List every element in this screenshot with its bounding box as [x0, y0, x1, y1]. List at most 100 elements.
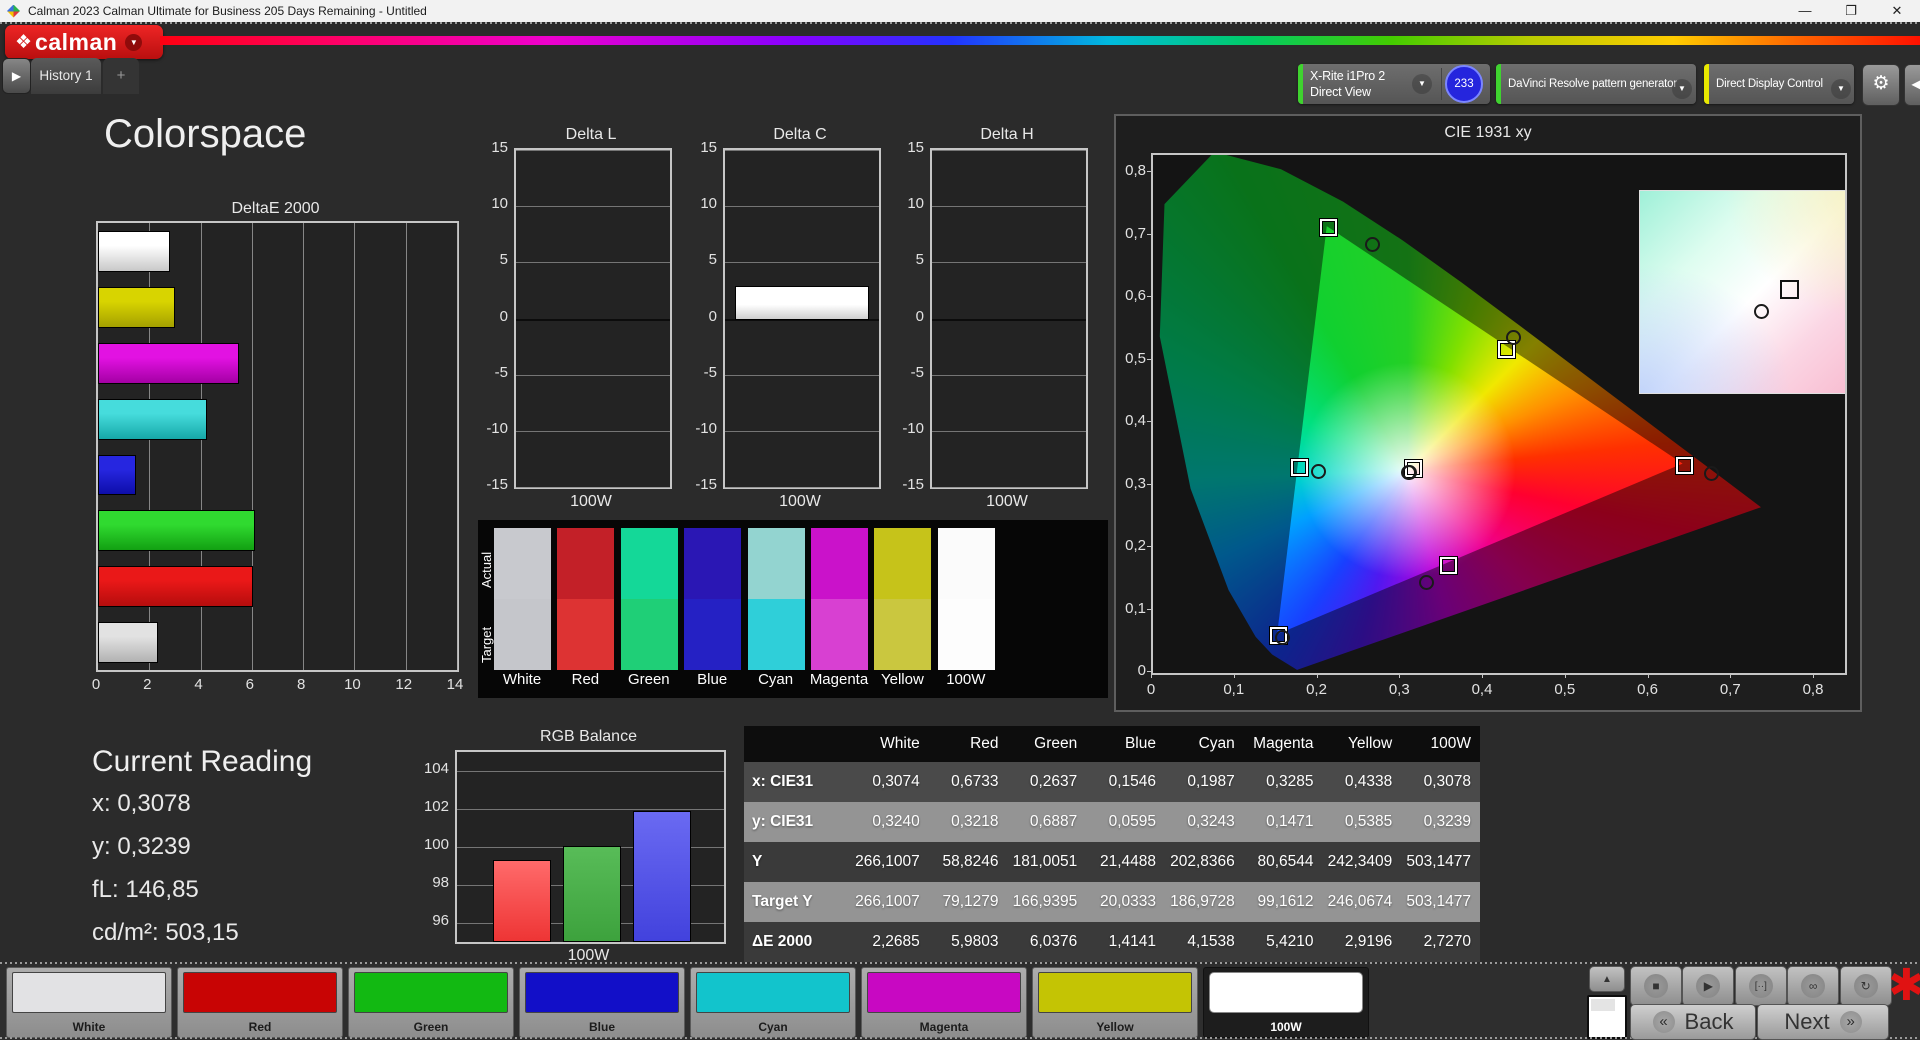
transport-play-button[interactable]: ▶: [1682, 966, 1734, 1006]
calman-menu-button[interactable]: ❖ calman ▼: [5, 25, 163, 59]
gridline: [457, 809, 724, 810]
gridline: [516, 487, 670, 488]
tick-mark: [1147, 359, 1152, 360]
table-cell: 6,0376: [1008, 922, 1087, 962]
pattern-swatch: [525, 972, 679, 1013]
pattern-tile-red[interactable]: Red: [177, 967, 343, 1038]
marching-ants-top: [0, 22, 1920, 24]
actual-swatch: [621, 528, 678, 599]
y-tick-label: -5: [472, 364, 508, 382]
table-cell: 58,8246: [929, 842, 1008, 882]
x-tick-label: 4: [184, 676, 214, 694]
calman-menu-arrow-icon[interactable]: ▼: [125, 34, 142, 51]
row-label: x: CIE31: [744, 762, 850, 802]
pattern-tile-blue[interactable]: Blue: [519, 967, 685, 1038]
cie-y-tick-label: 0,5: [1116, 350, 1146, 368]
x-tick-label: 2: [132, 676, 162, 694]
table-cell: 0,6733: [929, 762, 1008, 802]
table-cell: 0,3243: [1165, 802, 1244, 842]
gridline: [725, 206, 879, 207]
y-tick-label: 5: [472, 251, 508, 269]
delta_h-category-label: 100W: [930, 493, 1084, 511]
gridline: [516, 319, 670, 321]
current-reading-y: y: 0,3239: [92, 833, 191, 861]
transport-pattern-interval-button[interactable]: [··]: [1735, 966, 1787, 1006]
pattern-tile-magenta[interactable]: Magenta: [861, 967, 1027, 1038]
settings-gear-icon[interactable]: ⚙: [1862, 64, 1900, 106]
y-tick-label: 10: [681, 195, 717, 213]
gridline: [516, 206, 670, 207]
deltae-bar-green: [98, 510, 255, 551]
gamut-coverage-label: Gamut Coverage: 87,9%: [1606, 673, 1847, 675]
deltae-bar-yellow: [98, 287, 175, 328]
row-label: Target Y: [744, 882, 850, 922]
add-tab-button[interactable]: +: [103, 58, 139, 94]
row-label: ΔE 2000: [744, 922, 850, 962]
pattern-tile-yellow[interactable]: Yellow: [1032, 967, 1198, 1038]
delta-bar-100w: [735, 286, 869, 321]
pattern-window-up-button[interactable]: ▲: [1589, 966, 1625, 992]
meter-chevron-icon[interactable]: ▼: [1412, 74, 1432, 94]
pattern-generator-chevron-icon[interactable]: ▼: [1672, 79, 1692, 99]
pattern-tile-label: Cyan: [691, 1020, 855, 1034]
unsaved-changes-asterisk-icon: ✱: [1888, 960, 1920, 1011]
table-row: x: CIE310,30740,67330,26370,15460,19870,…: [744, 762, 1480, 802]
pattern-tile-cyan[interactable]: Cyan: [690, 967, 856, 1038]
actual-swatch: [684, 528, 741, 599]
transport-stop-button[interactable]: ■: [1630, 966, 1682, 1006]
collapse-panel-icon[interactable]: ◀: [1904, 64, 1920, 106]
table-cell: 181,0051: [1008, 842, 1087, 882]
pattern-tile-label: Yellow: [1033, 1020, 1197, 1034]
table-cell: 5,4210: [1244, 922, 1323, 962]
transport-refresh-button[interactable]: ↻: [1840, 966, 1892, 1006]
back-button[interactable]: «Back: [1630, 1004, 1756, 1040]
pattern-swatch: [354, 972, 508, 1013]
pattern-generator-dropdown[interactable]: DaVinci Resolve pattern generator ▼: [1496, 64, 1696, 104]
inset-measured-marker: [1754, 304, 1769, 319]
meter-dropdown[interactable]: X-Rite i1Pro 2 Direct View ▼ 233: [1298, 64, 1490, 104]
cie-whitepoint-inset: [1639, 190, 1847, 394]
transport-continuous-button[interactable]: ∞: [1787, 966, 1839, 1006]
layout-expand-button[interactable]: ▶: [2, 58, 31, 94]
gridline: [932, 150, 1086, 151]
delta_c-plot: [723, 148, 881, 489]
table-cell: 1,4141: [1086, 922, 1165, 962]
display-control-chevron-icon[interactable]: ▼: [1831, 79, 1851, 99]
back-arrow-icon: «: [1653, 1011, 1675, 1033]
measurement-table: WhiteRedGreenBlueCyanMagentaYellow100Wx:…: [744, 726, 1480, 962]
y-tick-label: 15: [888, 139, 924, 157]
restore-button[interactable]: ❐: [1828, 0, 1874, 22]
cie-y-tick-label: 0,8: [1116, 162, 1146, 180]
table-cell: 0,3078: [1401, 762, 1480, 802]
pattern-tile-label: Magenta: [862, 1020, 1026, 1034]
pattern-tile-100w[interactable]: 100W: [1203, 967, 1369, 1038]
pattern-window-thumbnail[interactable]: [1587, 995, 1627, 1039]
actual-swatch: [938, 528, 995, 599]
close-button[interactable]: ✕: [1874, 0, 1920, 22]
meter-count-badge[interactable]: 233: [1445, 65, 1483, 103]
rgb-balance-plot: [455, 750, 726, 944]
tick-mark: [1648, 673, 1649, 678]
refresh-icon: ↻: [1854, 974, 1878, 998]
pattern-tile-white[interactable]: White: [6, 967, 172, 1038]
cie-x-tick-label: 0,1: [1216, 681, 1252, 699]
next-button[interactable]: Next»: [1757, 1004, 1889, 1040]
cie-plot: Gamut Coverage: 87,9%: [1151, 153, 1847, 675]
x-tick-label: 12: [389, 676, 419, 694]
table-cell: 5,9803: [929, 922, 1008, 962]
tab-history-1[interactable]: History 1: [31, 58, 101, 94]
cie-y-tick-label: 0,1: [1116, 600, 1146, 618]
minimize-button[interactable]: —: [1782, 0, 1828, 22]
pattern-interval-icon: [··]: [1749, 974, 1773, 998]
display-control-dropdown[interactable]: Direct Display Control ▼: [1704, 64, 1854, 104]
table-cell: 503,1477: [1401, 882, 1480, 922]
y-tick-label: 15: [472, 139, 508, 157]
target-row-label: Target: [479, 613, 495, 663]
pattern-tile-label: Red: [178, 1020, 342, 1034]
table-cell: 246,0674: [1323, 882, 1402, 922]
table-cell: 0,3240: [850, 802, 929, 842]
y-tick-label: 0: [472, 308, 508, 326]
pattern-tile-green[interactable]: Green: [348, 967, 514, 1038]
table-cell: 2,9196: [1323, 922, 1402, 962]
delta_l-category-label: 100W: [514, 493, 668, 511]
